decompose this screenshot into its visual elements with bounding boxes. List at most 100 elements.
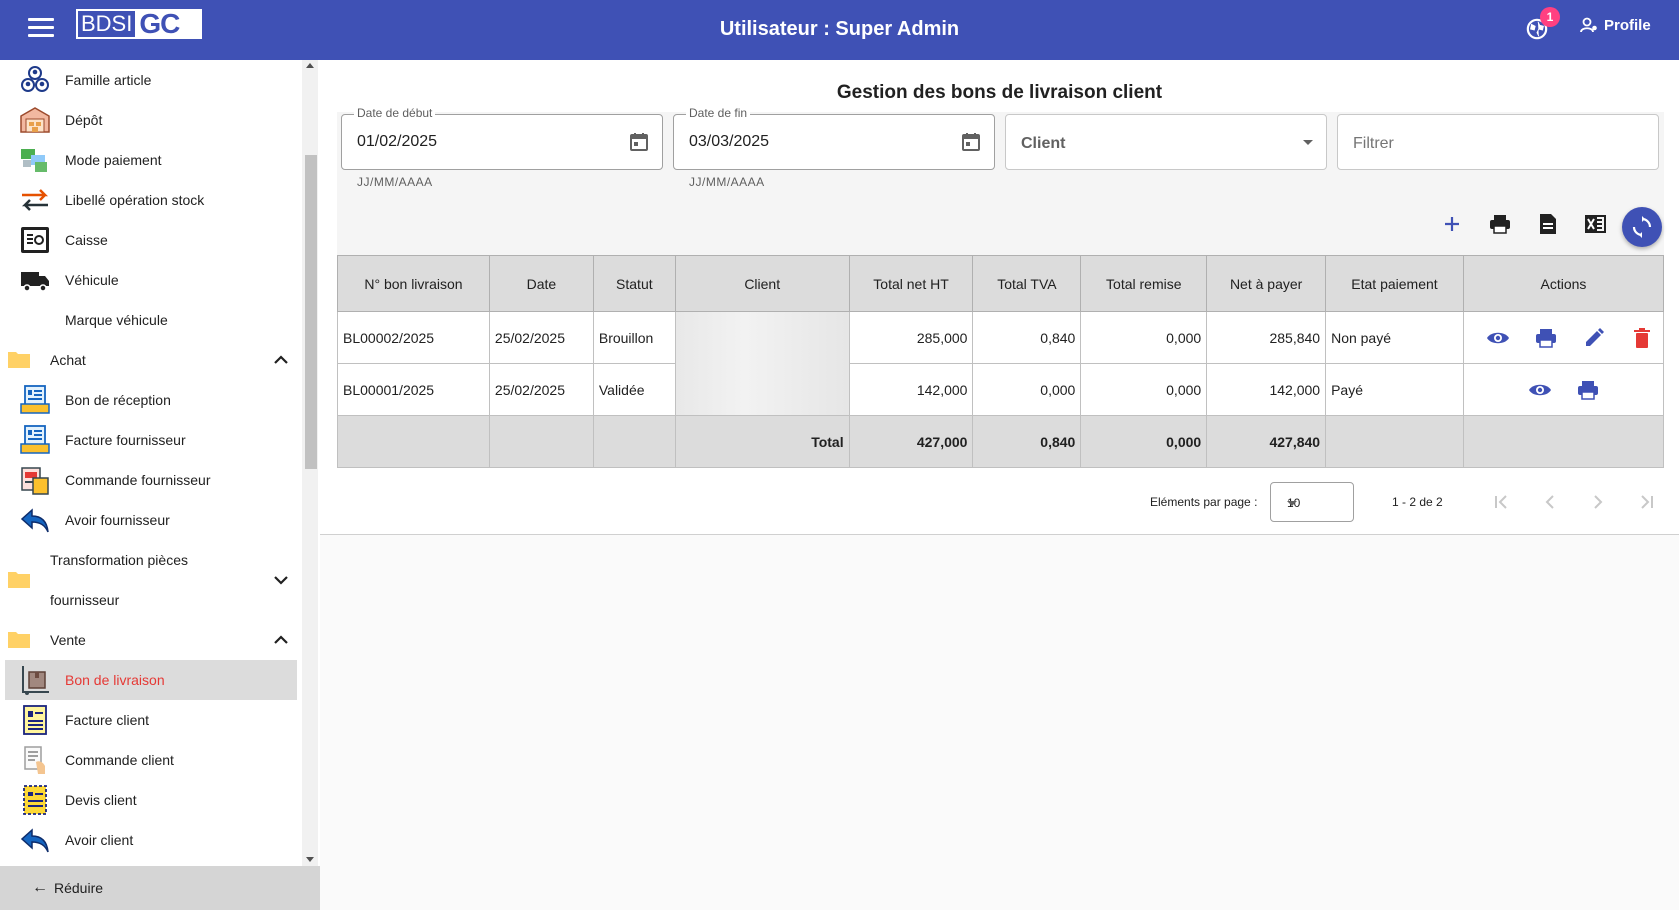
sidebar-scrollbar-thumb[interactable] <box>305 155 317 469</box>
document-icon[interactable] <box>1534 210 1562 238</box>
sidebar-item-bon-de-reception[interactable]: Bon de réception <box>5 380 297 420</box>
sidebar-item-caisse[interactable]: Caisse <box>5 220 297 260</box>
profile-label: Profile <box>1604 16 1651 34</box>
start-date-field[interactable]: Date de début 01/02/2025 JJ/MM/AAAA <box>341 106 663 189</box>
sidebar-item-label: Marque véhicule <box>65 312 168 328</box>
arrow-left-icon: ← <box>32 879 48 896</box>
view-eye-icon[interactable] <box>1527 377 1553 403</box>
reduce-sidebar-button[interactable]: ← Réduire <box>0 866 320 910</box>
empty-cell <box>337 415 490 468</box>
column-header[interactable]: Total remise <box>1080 255 1208 312</box>
quote-icon <box>23 785 47 815</box>
end-date-hint: JJ/MM/AAAA <box>689 175 765 189</box>
truck-icon <box>21 272 49 292</box>
sidebar-item-label: Facture client <box>65 712 150 728</box>
chevron-up-icon[interactable] <box>271 350 291 370</box>
table-row[interactable]: BL00002/2025 25/02/2025 Brouillon 285,00… <box>337 311 1665 416</box>
return-arrow-icon <box>20 508 49 533</box>
edit-pencil-icon[interactable] <box>1581 325 1607 351</box>
sidebar-item-label: Libellé opération stock <box>65 192 205 208</box>
sidebar-item-libelle-operation-stock[interactable]: Libellé opération stock <box>5 180 297 220</box>
empty-cell <box>1462 415 1665 468</box>
excel-export-icon[interactable] <box>1581 210 1609 238</box>
menu-icon[interactable] <box>26 14 56 44</box>
sidebar-group-transformation-pieces[interactable]: Transformation pièces fournisseur <box>5 540 297 620</box>
top-app-bar: BDSI GC Utilisateur : Super Admin 1 Prof… <box>0 0 1679 60</box>
table-row[interactable]: BL00001/2025 25/02/2025 Validée 142,000 … <box>337 363 1665 416</box>
previous-page-icon[interactable] <box>1538 490 1562 514</box>
notification-badge[interactable]: 1 <box>1540 7 1560 27</box>
last-page-icon[interactable] <box>1634 490 1658 514</box>
sidebar-item-facture-client[interactable]: Facture client <box>5 700 297 740</box>
refresh-button[interactable] <box>1622 207 1662 247</box>
sidebar-item-marque-vehicule[interactable]: Marque véhicule <box>5 300 297 340</box>
column-header[interactable]: Etat paiement <box>1325 255 1464 312</box>
sidebar-item-avoir-client[interactable]: Avoir client <box>5 820 297 860</box>
print-icon[interactable] <box>1486 210 1514 238</box>
profile-button[interactable]: Profile <box>1580 13 1651 37</box>
print-icon[interactable] <box>1575 377 1601 403</box>
column-header[interactable]: Total TVA <box>972 255 1082 312</box>
safe-icon <box>21 227 49 253</box>
calendar-icon[interactable] <box>628 131 650 153</box>
empty-cell <box>592 415 676 468</box>
client-select[interactable]: Client <box>1005 114 1327 170</box>
chevron-down-icon[interactable] <box>271 570 291 590</box>
sidebar-group-label-line2: fournisseur <box>50 592 120 608</box>
cell-statut: Brouillon <box>592 311 676 364</box>
scroll-up-arrow-icon[interactable] <box>306 63 314 68</box>
refresh-icon <box>1632 216 1652 238</box>
sidebar-item-label: Mode paiement <box>65 152 162 168</box>
folder-icon <box>8 572 30 588</box>
filter-placeholder: Filtrer <box>1353 135 1394 152</box>
delivery-notes-table: N° bon livraison Date Statut Client Tota… <box>337 255 1665 468</box>
cell-tva: 0,840 <box>972 311 1082 364</box>
sidebar-item-famille-article[interactable]: Famille article <box>5 60 297 100</box>
sidebar-item-depot[interactable]: Dépôt <box>5 100 297 140</box>
column-header[interactable]: N° bon livraison <box>337 255 490 312</box>
total-net-payer: 427,840 <box>1206 415 1327 468</box>
cell-remise: 0,000 <box>1080 363 1208 416</box>
column-header[interactable]: Total net HT <box>848 255 974 312</box>
cell-statut: Validée <box>592 363 676 416</box>
sidebar-item-vehicule[interactable]: Véhicule <box>5 260 297 300</box>
sidebar-item-avoir-fournisseur[interactable]: Avoir fournisseur <box>5 500 297 540</box>
empty-cell <box>1325 415 1464 468</box>
sidebar-item-devis-client[interactable]: Devis client <box>5 780 297 820</box>
first-page-icon[interactable] <box>1490 490 1514 514</box>
client-invoice-icon <box>23 705 47 735</box>
sidebar-item-commande-client[interactable]: Commande client <box>5 740 297 780</box>
supplier-order-icon <box>21 467 49 495</box>
sidebar-item-mode-paiement[interactable]: Mode paiement <box>5 140 297 180</box>
column-header: Actions <box>1462 255 1665 312</box>
family-icon <box>21 66 49 92</box>
column-header[interactable]: Net à payer <box>1206 255 1327 312</box>
reduce-label: Réduire <box>54 880 104 896</box>
calendar-icon[interactable] <box>960 131 982 153</box>
filter-input[interactable]: Filtrer <box>1337 114 1659 170</box>
view-eye-icon[interactable] <box>1485 325 1511 351</box>
sidebar-group-vente[interactable]: Vente <box>5 620 297 660</box>
start-date-value[interactable]: 01/02/2025 <box>357 133 437 151</box>
column-header[interactable]: Date <box>488 255 594 312</box>
sidebar-item-label: Commande client <box>65 752 174 768</box>
payment-mode-icon <box>21 149 47 172</box>
add-icon[interactable] <box>1438 210 1466 238</box>
sidebar-item-bon-de-livraison[interactable]: Bon de livraison <box>5 660 297 700</box>
scroll-down-arrow-icon[interactable] <box>306 857 314 862</box>
sidebar-group-achat[interactable]: Achat <box>5 340 297 380</box>
chevron-up-icon[interactable] <box>271 630 291 650</box>
cell-numero: BL00002/2025 <box>337 311 490 364</box>
sidebar-item-commande-fournisseur[interactable]: Commande fournisseur <box>5 460 297 500</box>
print-icon[interactable] <box>1533 325 1559 351</box>
end-date-value[interactable]: 03/03/2025 <box>689 133 769 151</box>
app-logo[interactable]: BDSI GC <box>76 9 202 39</box>
column-header[interactable]: Statut <box>592 255 676 312</box>
end-date-field[interactable]: Date de fin 03/03/2025 JJ/MM/AAAA <box>673 106 995 189</box>
cell-tva: 0,000 <box>972 363 1082 416</box>
delete-trash-icon[interactable] <box>1629 325 1655 351</box>
next-page-icon[interactable] <box>1586 490 1610 514</box>
items-per-page-select[interactable]: 10 <box>1270 482 1354 522</box>
column-header[interactable]: Client <box>674 255 850 312</box>
sidebar-item-facture-fournisseur[interactable]: Facture fournisseur <box>5 420 297 460</box>
